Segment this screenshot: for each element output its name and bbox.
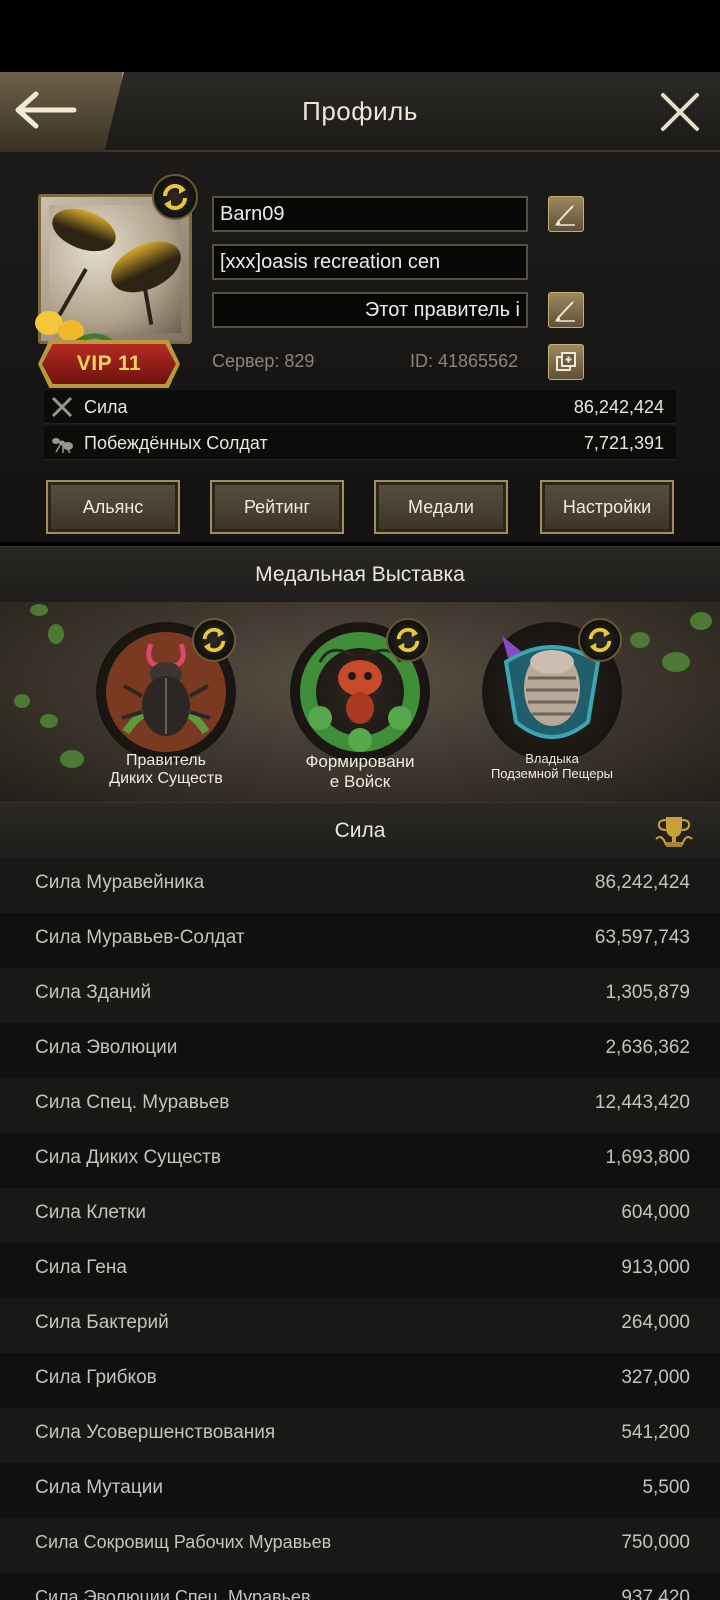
row-value: 937,420 bbox=[621, 1587, 690, 1600]
player-id-label: ID: 41865562 bbox=[410, 351, 519, 371]
header-bar: Профиль bbox=[0, 72, 720, 152]
row-value: 327,000 bbox=[621, 1367, 690, 1388]
server-label: Сервер: 829 bbox=[212, 351, 315, 371]
change-medal-3-button[interactable] bbox=[578, 618, 622, 662]
row-value: 750,000 bbox=[621, 1532, 690, 1553]
row-label: Сила Клетки bbox=[35, 1202, 146, 1223]
row-label: Сила Гена bbox=[35, 1257, 127, 1278]
row-label: Сила Муравейника bbox=[35, 872, 205, 893]
list-item: Сила Спец. Муравьев 12,443,420 bbox=[0, 1078, 720, 1133]
row-label: Сила Диких Существ bbox=[35, 1147, 221, 1168]
refresh-icon bbox=[202, 627, 226, 653]
row-label: Сила Сокровищ Рабочих Муравьев bbox=[35, 1532, 332, 1552]
list-item: Сила Эволюции Спец. Муравьев 937,420 bbox=[0, 1573, 720, 1600]
medal-1-label: Правитель Диких Существ bbox=[109, 752, 223, 788]
medal-2-label: Формировани е Войск bbox=[305, 752, 415, 791]
list-item: Сила Клетки 604,000 bbox=[0, 1188, 720, 1243]
ant-icon bbox=[52, 438, 73, 454]
list-item: Сила Муравьев-Солдат 63,597,743 bbox=[0, 913, 720, 968]
row-label: Сила Бактерий bbox=[35, 1312, 169, 1333]
rating-button[interactable]: Рейтинг bbox=[210, 480, 344, 534]
row-value: 63,597,743 bbox=[594, 927, 690, 948]
stat-defeated-row: Побеждённых Солдат 7,721,391 bbox=[44, 426, 676, 460]
change-medal-1-button[interactable] bbox=[192, 618, 236, 662]
refresh-icon bbox=[163, 184, 187, 210]
medal-showcase: Правитель Диких Существ Формировани е Во… bbox=[0, 602, 720, 802]
row-label: Сила Усовершенствования bbox=[35, 1422, 276, 1443]
power-section-header: Сила bbox=[0, 802, 720, 858]
page-title: Профиль bbox=[302, 96, 418, 126]
row-value: 1,693,800 bbox=[605, 1147, 690, 1168]
trophy-icon[interactable] bbox=[654, 815, 694, 849]
list-item: Сила Бактерий 264,000 bbox=[0, 1298, 720, 1353]
player-name-field: Barn09 bbox=[212, 196, 528, 232]
row-label: Сила Эволюции Спец. Муравьев bbox=[35, 1587, 311, 1600]
list-item: Сила Сокровищ Рабочих Муравьев 750,000 bbox=[0, 1518, 720, 1573]
list-item: Сила Эволюции 2,636,362 bbox=[0, 1023, 720, 1078]
row-label: Сила Грибков bbox=[35, 1367, 157, 1388]
row-value: 86,242,424 bbox=[594, 872, 690, 893]
edit-motto-button[interactable] bbox=[548, 292, 584, 328]
list-item: Сила Мутации 5,500 bbox=[0, 1463, 720, 1518]
medal-showcase-header: Медальная Выставка bbox=[0, 546, 720, 602]
row-label: Сила Эволюции bbox=[35, 1037, 178, 1058]
list-item: Сила Усовершенствования 541,200 bbox=[0, 1408, 720, 1463]
power-list: Сила Муравейника 86,242,424 Сила Муравьев… bbox=[0, 858, 720, 1600]
change-avatar-button[interactable] bbox=[152, 174, 198, 220]
profile-panel: VIP 11 Barn09 [xxx]oasis recreation cen … bbox=[0, 152, 720, 542]
row-value: 5,500 bbox=[642, 1477, 690, 1498]
vip-badge[interactable]: VIP 11 bbox=[42, 344, 176, 384]
crossed-swords-icon bbox=[51, 396, 73, 418]
stat-value: 86,242,424 bbox=[573, 397, 664, 417]
list-item: Сила Диких Существ 1,693,800 bbox=[0, 1133, 720, 1188]
copy-icon bbox=[556, 352, 576, 371]
status-bar bbox=[0, 0, 720, 72]
close-icon[interactable] bbox=[658, 90, 702, 134]
refresh-icon bbox=[396, 627, 420, 653]
row-value: 604,000 bbox=[621, 1202, 690, 1223]
change-medal-2-button[interactable] bbox=[386, 618, 430, 662]
stat-label: Сила bbox=[84, 397, 128, 417]
pen-icon bbox=[555, 301, 575, 322]
stat-label: Побеждённых Солдат bbox=[84, 433, 268, 453]
pen-icon bbox=[555, 205, 575, 226]
alliance-button[interactable]: Альянс bbox=[46, 480, 180, 534]
stat-power-row: Сила 86,242,424 bbox=[44, 390, 676, 424]
row-value: 264,000 bbox=[621, 1312, 690, 1333]
list-item: Сила Гена 913,000 bbox=[0, 1243, 720, 1298]
power-section-title: Сила bbox=[334, 819, 386, 842]
refresh-icon bbox=[588, 627, 612, 653]
row-label: Сила Мутации bbox=[35, 1477, 163, 1498]
alliance-name-field: [xxx]oasis recreation cen bbox=[212, 244, 528, 280]
edit-name-button[interactable] bbox=[548, 196, 584, 232]
row-label: Сила Муравьев-Солдат bbox=[35, 927, 245, 948]
row-value: 1,305,879 bbox=[605, 982, 690, 1003]
row-label: Сила Спец. Муравьев bbox=[35, 1092, 230, 1113]
vip-level: VIP 11 bbox=[76, 352, 142, 375]
copy-id-button[interactable] bbox=[548, 344, 584, 380]
row-value: 12,443,420 bbox=[594, 1092, 690, 1113]
row-value: 541,200 bbox=[621, 1422, 690, 1443]
medal-3-label: Владыка Подземной Пещеры bbox=[490, 751, 614, 781]
list-item: Сила Грибков 327,000 bbox=[0, 1353, 720, 1408]
medals-button[interactable]: Медали bbox=[374, 480, 508, 534]
list-item: Сила Зданий 1,305,879 bbox=[0, 968, 720, 1023]
stat-value: 7,721,391 bbox=[583, 433, 664, 453]
row-value: 2,636,362 bbox=[605, 1037, 690, 1058]
row-value: 913,000 bbox=[621, 1257, 690, 1278]
motto-field: Этот правитель i bbox=[212, 292, 528, 328]
settings-button[interactable]: Настройки bbox=[540, 480, 674, 534]
list-item: Сила Муравейника 86,242,424 bbox=[0, 858, 720, 913]
row-label: Сила Зданий bbox=[35, 982, 152, 1003]
